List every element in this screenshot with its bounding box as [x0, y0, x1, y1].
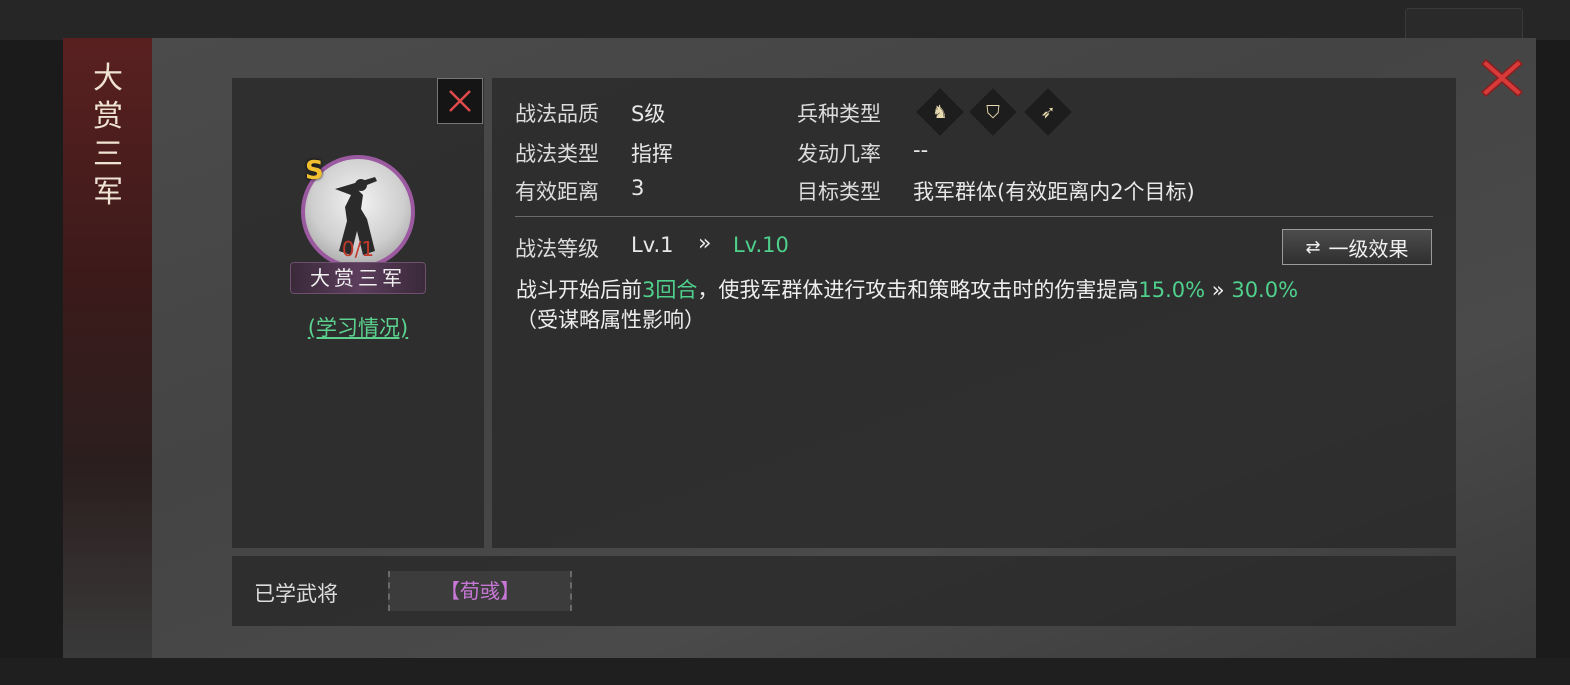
swap-arrows-icon: ⇄	[1305, 236, 1321, 258]
trigger-chance-value: --	[913, 138, 929, 162]
description-text: ，使我军群体进行攻击和策略攻击时的伤害提高	[697, 278, 1139, 302]
close-icon	[449, 90, 471, 112]
quality-value: S级	[631, 102, 666, 126]
tactic-name-plate: 大赏三军	[290, 262, 426, 294]
description-value-max: 30.0%	[1231, 278, 1299, 302]
learn-progress: 0/1	[341, 237, 375, 261]
background-top-bar	[0, 0, 1570, 44]
tactic-level-label: 战法等级	[515, 237, 599, 261]
banner-char: 三	[93, 137, 123, 172]
learned-generals-label: 已学武将	[254, 582, 338, 606]
description-text: 战斗开始后前	[516, 278, 642, 302]
section-divider	[515, 216, 1433, 217]
description-rounds: 3回合	[642, 278, 698, 302]
level-effect-toggle-button[interactable]: ⇄ 一级效果	[1282, 229, 1432, 265]
remove-tactic-button[interactable]	[437, 78, 483, 124]
banner-char: 赏	[93, 99, 123, 134]
close-x-icon	[1480, 58, 1524, 98]
type-value: 指挥	[631, 142, 673, 166]
banner-char: 军	[93, 175, 123, 210]
grade-letter: S	[305, 156, 324, 186]
banner-title: 大 赏 三 军	[63, 60, 153, 212]
range-label: 有效距离	[515, 180, 599, 204]
range-value: 3	[631, 176, 645, 200]
description-note: （受谋略属性影响）	[516, 308, 705, 332]
troop-type-label: 兵种类型	[797, 102, 881, 126]
quality-label: 战法品质	[515, 102, 599, 126]
description-value-min: 15.0%	[1138, 278, 1206, 302]
level-arrow: »	[698, 231, 712, 256]
level-current: Lv.1	[631, 233, 674, 257]
level-max: Lv.10	[733, 233, 789, 257]
background-bottom-bar	[0, 658, 1570, 685]
tactic-description: 战斗开始后前3回合，使我军群体进行攻击和策略攻击时的伤害提高15.0% » 30…	[516, 275, 1446, 335]
learned-general-tag[interactable]: 【荀彧】	[388, 571, 572, 611]
level-effect-button-label: 一级效果	[1328, 236, 1409, 261]
banner-char: 大	[93, 61, 123, 96]
target-type-label: 目标类型	[797, 180, 881, 204]
type-label: 战法类型	[515, 142, 599, 166]
study-status-link[interactable]: (学习情况)	[232, 312, 484, 342]
tactic-banner: 大 赏 三 军	[63, 38, 153, 658]
description-arrow: »	[1211, 278, 1225, 302]
trigger-chance-label: 发动几率	[797, 142, 881, 166]
close-modal-button[interactable]	[1478, 54, 1526, 102]
target-type-value: 我军群体(有效距离内2个目标)	[913, 180, 1195, 204]
